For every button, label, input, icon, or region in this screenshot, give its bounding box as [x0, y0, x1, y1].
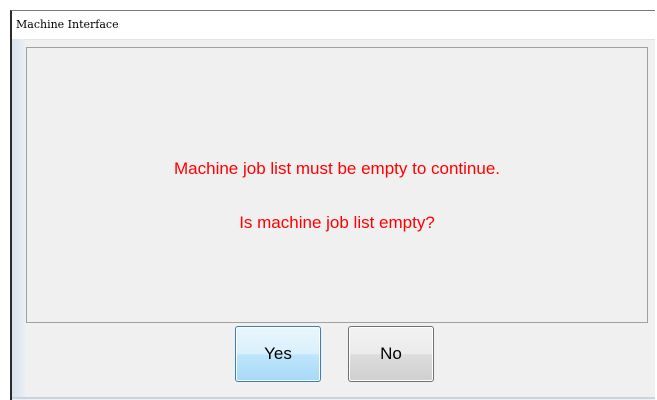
title-bar: Machine Interface: [12, 11, 655, 40]
window-frame-edge: [12, 39, 25, 399]
window-title: Machine Interface: [16, 18, 119, 31]
window-bottom-border: [12, 397, 655, 399]
no-button[interactable]: No: [348, 326, 434, 382]
message-panel: Machine job list must be empty to contin…: [26, 47, 648, 323]
message-line-question: Is machine job list empty?: [239, 213, 435, 232]
machine-interface-dialog: Machine Interface Machine job list must …: [10, 10, 655, 400]
yes-button[interactable]: Yes: [235, 326, 321, 382]
screen: Machine Interface Machine job list must …: [0, 0, 657, 400]
message-line-warning: Machine job list must be empty to contin…: [174, 159, 500, 178]
